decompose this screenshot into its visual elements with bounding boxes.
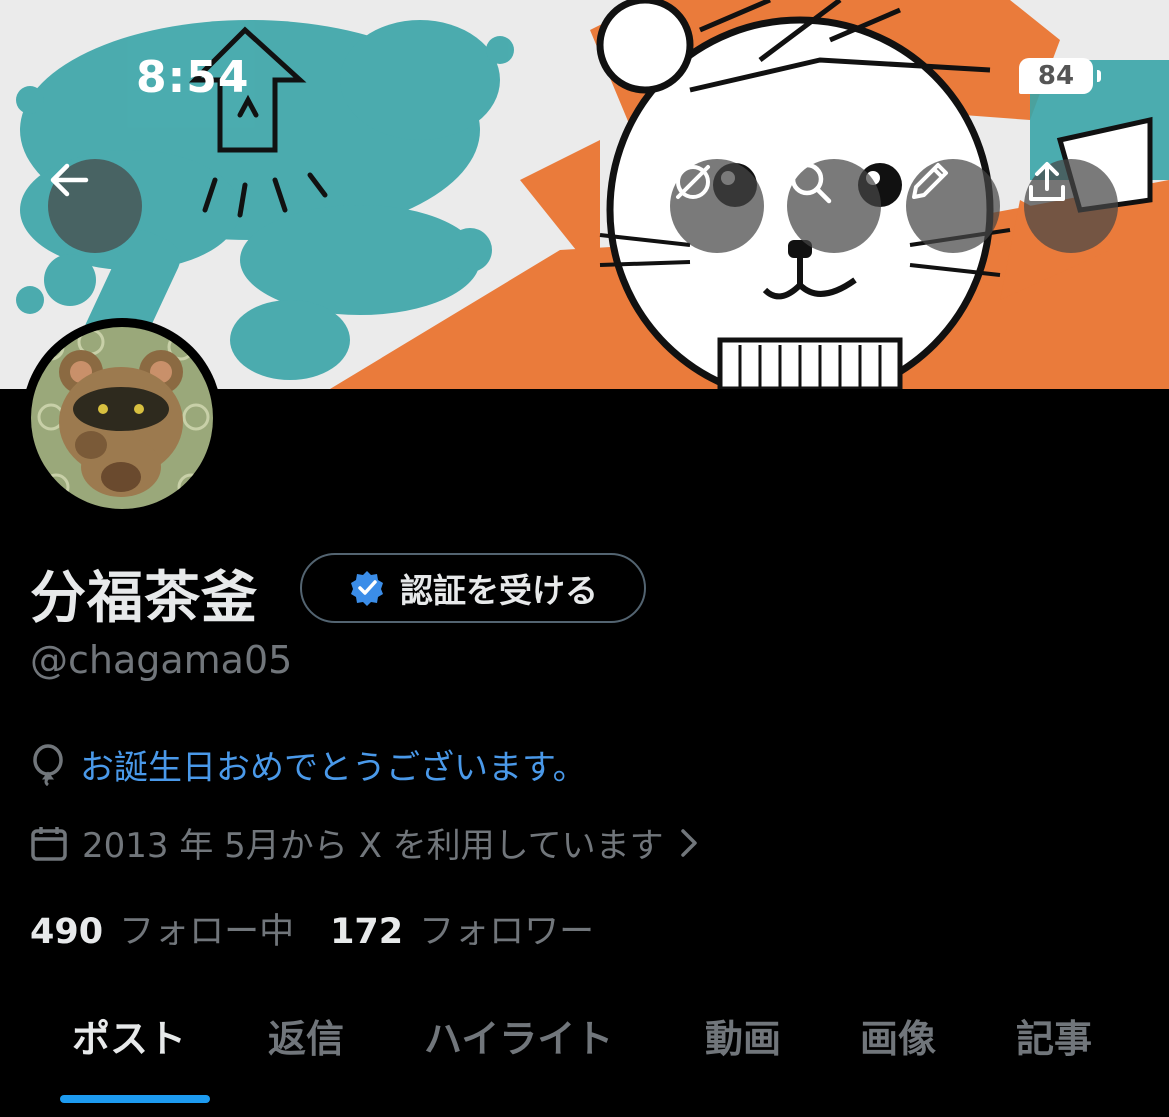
get-verified-button[interactable]: 認証を受ける — [300, 553, 646, 623]
active-tab-indicator — [60, 1095, 210, 1103]
tab-articles[interactable]: 記事 — [1016, 1008, 1092, 1063]
battery-icon: 84 — [1019, 58, 1101, 94]
get-verified-label: 認証を受ける — [400, 571, 598, 610]
joined-row[interactable]: 2013 年 5月から X を利用しています — [30, 818, 700, 867]
followers-count[interactable]: 172 — [330, 912, 403, 952]
profile-name: 分福茶釜 — [30, 566, 258, 631]
tab-replies[interactable]: 返信 — [268, 1008, 344, 1063]
tab-highlights[interactable]: ハイライト — [424, 1008, 613, 1063]
calendar-icon — [31, 826, 67, 861]
back-button[interactable] — [48, 159, 142, 253]
grok-button[interactable] — [670, 159, 764, 253]
birthday-text[interactable]: お誕生日おめでとうございます。 — [80, 740, 587, 789]
tab-videos[interactable]: 動画 — [705, 1008, 781, 1063]
status-icons: 84 — [1019, 58, 1101, 94]
chevron-right-icon — [680, 828, 697, 857]
status-time: 8:54 — [136, 52, 250, 103]
verified-badge-icon — [351, 571, 383, 606]
balloon-icon — [33, 743, 63, 786]
profile-tabs: ポスト 返信 ハイライト 動画 画像 記事 — [0, 1008, 1169, 1078]
search-icon — [790, 162, 832, 204]
share-icon — [1029, 162, 1065, 201]
arrow-left-icon — [50, 163, 89, 197]
joined-text: 2013 年 5月から X を利用しています — [82, 826, 664, 866]
tab-posts[interactable]: ポスト — [72, 1008, 186, 1063]
tab-images[interactable]: 画像 — [860, 1008, 936, 1063]
following-count[interactable]: 490 — [30, 912, 103, 952]
followers-label[interactable]: フォロワー — [419, 903, 594, 954]
following-label[interactable]: フォロー中 — [119, 903, 294, 954]
pencil-icon — [912, 163, 948, 199]
edit-button[interactable] — [906, 159, 1000, 253]
profile-handle: @chagama05 — [30, 638, 293, 682]
share-button[interactable] — [1024, 159, 1118, 253]
avatar[interactable] — [22, 318, 222, 518]
search-button[interactable] — [787, 159, 881, 253]
grok-icon — [676, 165, 710, 199]
avatar-image — [31, 327, 213, 509]
follow-stats: 490 フォロー中 172 フォロワー — [30, 903, 630, 954]
profile-banner[interactable]: 8:54 84 — [0, 0, 1169, 389]
birthday-row: お誕生日おめでとうございます。 — [30, 740, 587, 789]
